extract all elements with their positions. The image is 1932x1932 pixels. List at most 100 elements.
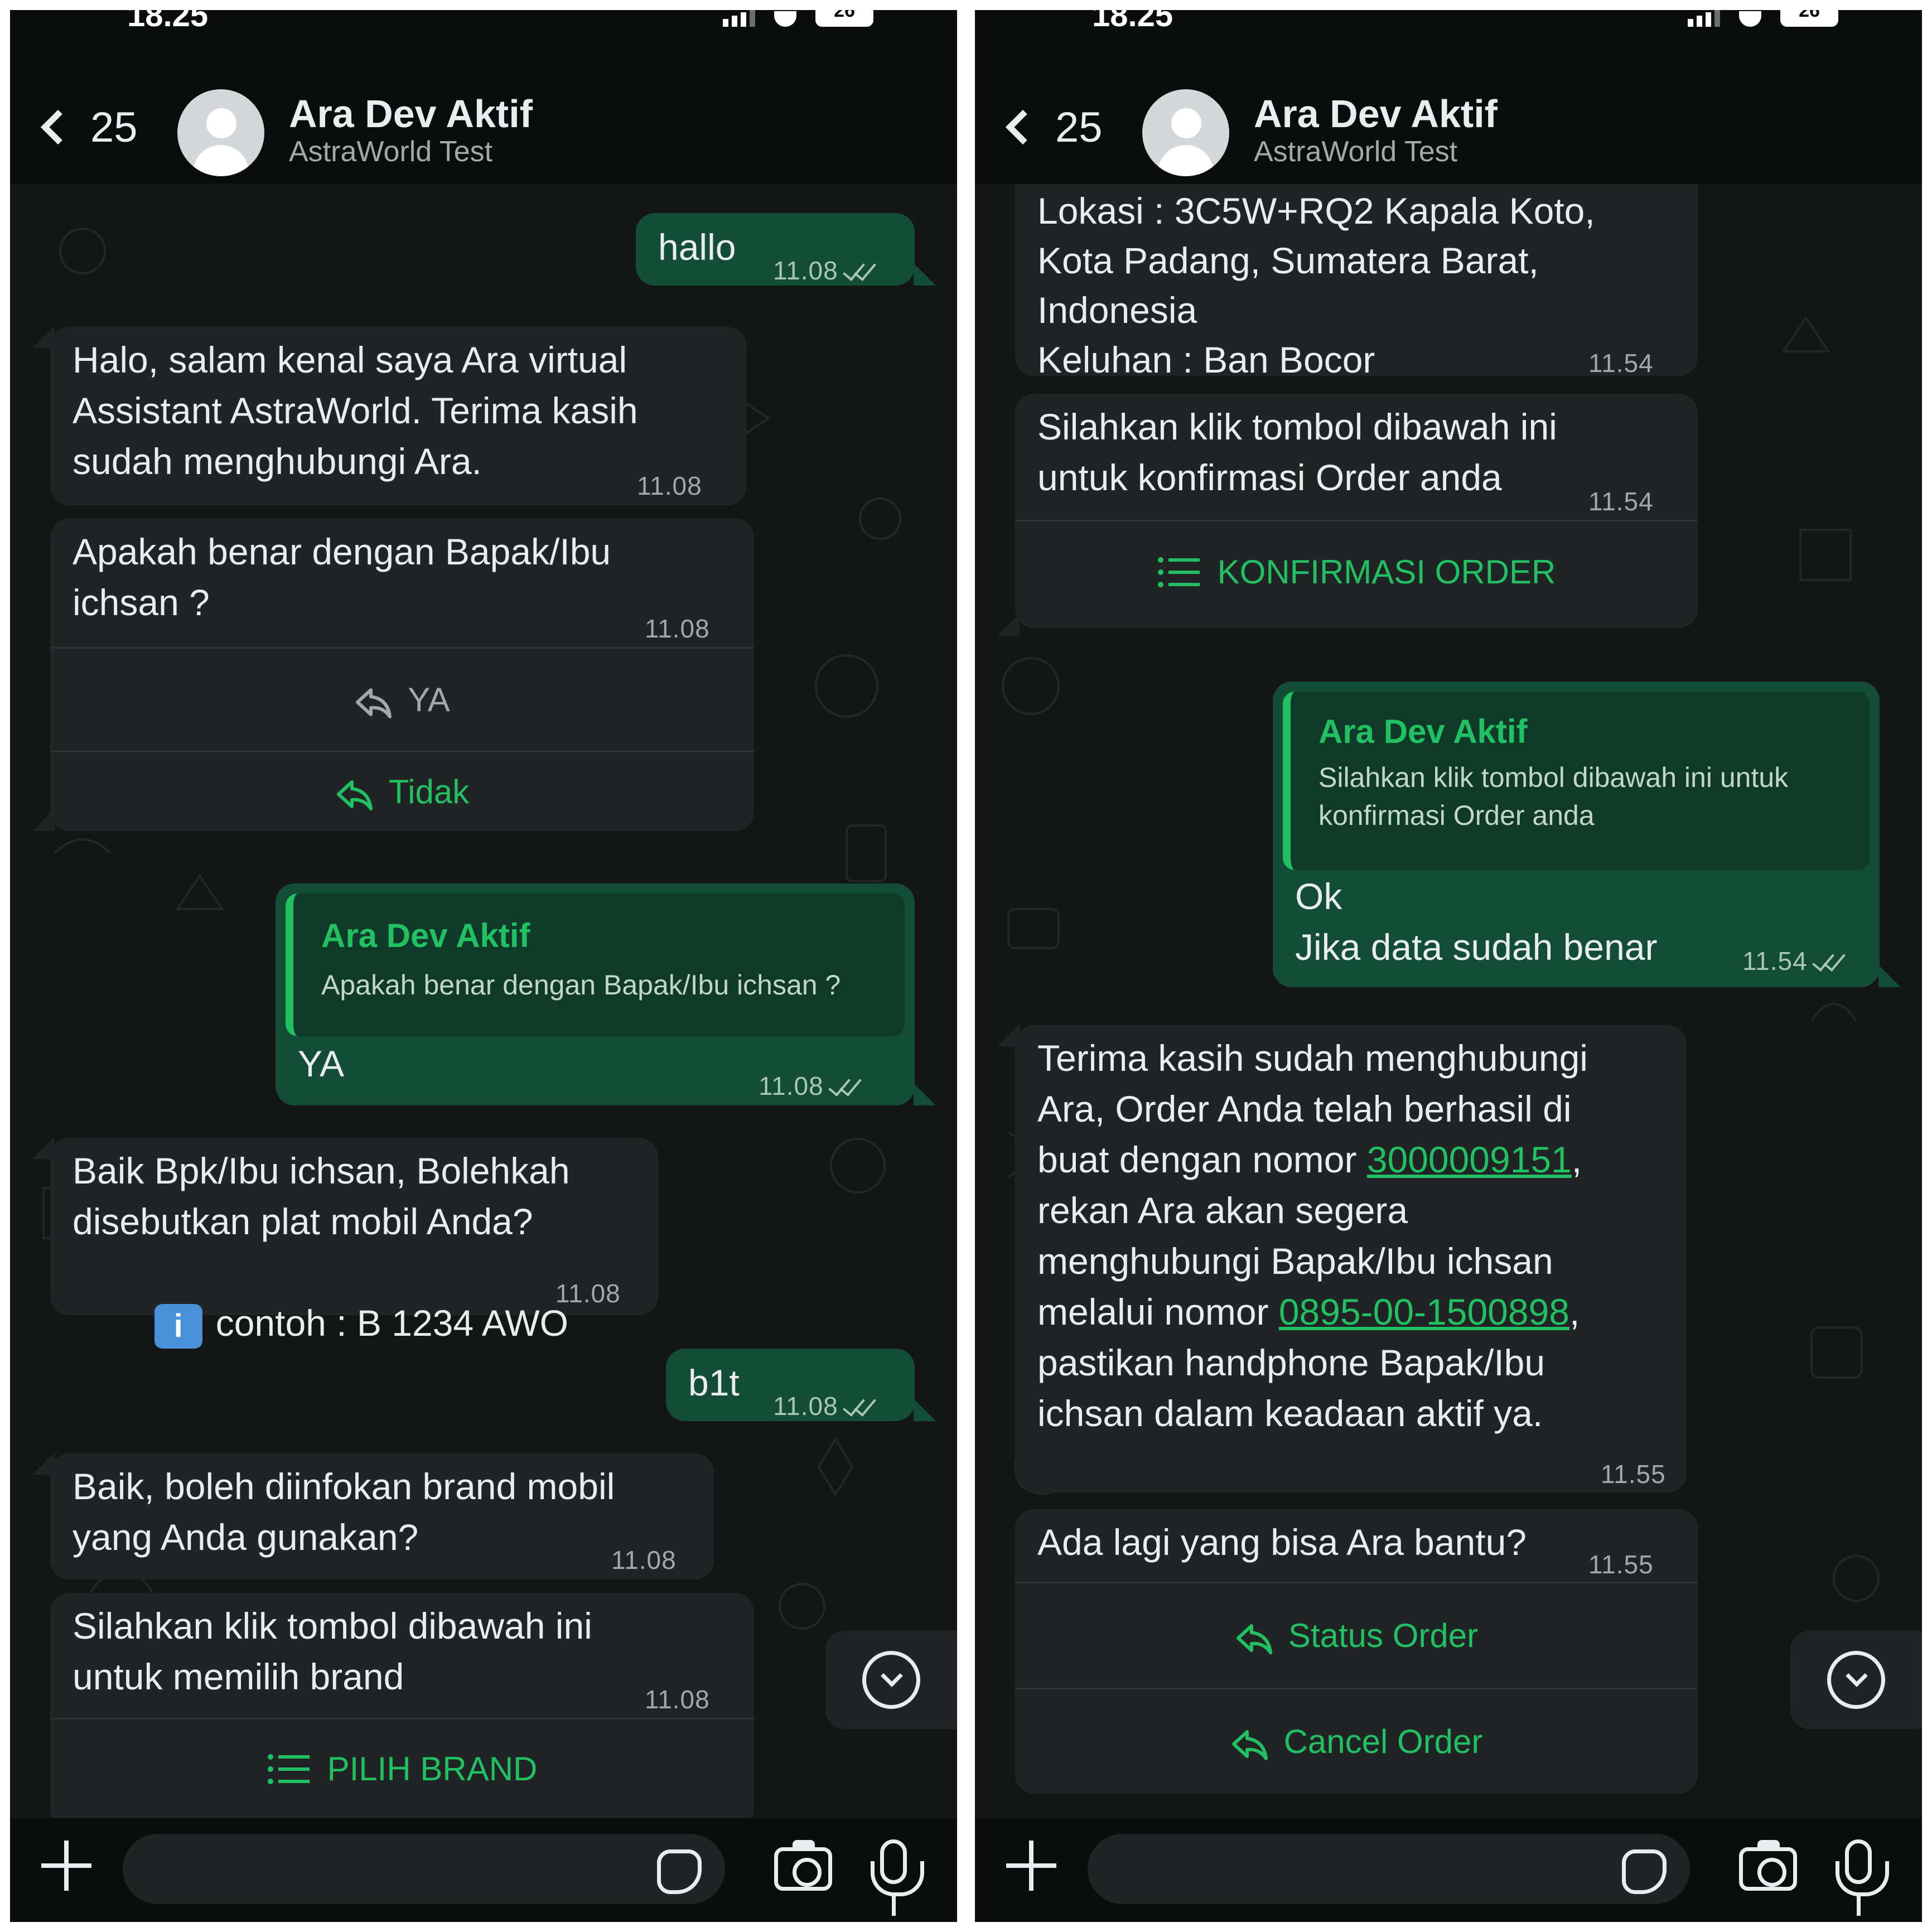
avatar[interactable] [1142, 89, 1229, 176]
double-check-icon [829, 1080, 862, 1097]
bubble-tail [1878, 965, 1901, 987]
quick-reply-button-tidak[interactable]: Tidak [50, 751, 754, 831]
battery-icon: 26 [1780, 10, 1838, 27]
message-time: 11.08 [759, 1061, 862, 1112]
example-line: i contoh : B 1234 AWO [73, 1247, 568, 1399]
status-bar: 18.25 26 [10, 10, 957, 33]
message-text: hallo [658, 226, 736, 268]
contact-name[interactable]: Ara Dev Aktif [289, 91, 533, 136]
chat-area[interactable]: hallo 11.08 Halo, salam kenal saya Ara v… [10, 184, 957, 1818]
message-incoming-with-list[interactable]: Silahkan klik tombol dibawah ini untuk k… [1015, 394, 1698, 628]
message-incoming[interactable]: Terima kasih sudah menghubungi Ara, Orde… [1015, 1025, 1687, 1493]
message-outgoing-reply[interactable]: Ara Dev Aktif Apakah benar dengan Bapak/… [276, 883, 915, 1105]
message-line: pastikan handphone Bapak/Ibu [1037, 1342, 1545, 1383]
message-time: 11.08 [556, 1279, 621, 1308]
quick-reply-button-cancel-order[interactable]: Cancel Order [1015, 1688, 1698, 1794]
list-icon [267, 1754, 310, 1784]
button-label: Tidak [388, 773, 470, 810]
avatar[interactable] [177, 89, 264, 176]
button-label: PILIH BRAND [327, 1750, 538, 1788]
wifi-icon [1739, 11, 1761, 27]
status-icons: 26 [1688, 10, 1838, 27]
message-text: Baik Bpk/Ibu ichsan, Bolehkah disebutkan… [73, 1150, 570, 1242]
message-text: Silahkan klik tombol dibawah ini untuk k… [1037, 406, 1557, 498]
bubble-tail [914, 1083, 936, 1105]
message-time: 11.08 [637, 471, 702, 500]
contact-subtitle: AstraWorld Test [1254, 136, 1458, 168]
back-button[interactable]: 25 [30, 99, 158, 155]
quick-reply-button-ya[interactable]: YA [50, 647, 754, 751]
plus-icon[interactable] [1006, 1841, 1056, 1891]
chat-area[interactable]: Lokasi : 3C5W+RQ2 Kapala Koto, Kota Pada… [975, 184, 1922, 1818]
status-time: 18.25 [1092, 10, 1173, 33]
message-incoming-with-buttons[interactable]: Apakah benar dengan Bapak/Ibu ichsan ? 1… [50, 519, 754, 831]
message-time: 11.54 [1588, 349, 1654, 378]
bubble-tail [914, 1399, 936, 1421]
contact-subtitle: AstraWorld Test [289, 136, 493, 168]
plus-icon[interactable] [41, 1841, 91, 1891]
message-incoming[interactable]: Halo, salam kenal saya Ara virtual Assis… [50, 327, 746, 505]
chat-screen-left: 18.25 26 25 Ara Dev Aktif AstraWorld Tes… [10, 10, 957, 1922]
quoted-message[interactable]: Ara Dev Aktif Silahkan klik tombol dibaw… [1283, 692, 1870, 870]
wifi-icon [774, 11, 796, 27]
message-outgoing[interactable]: hallo 11.08 [636, 213, 915, 286]
status-icons: 26 [723, 10, 873, 27]
back-chevron-icon [40, 109, 76, 145]
camera-icon[interactable] [1739, 1840, 1797, 1891]
chat-screen-right: 18.25 26 25 Ara Dev Aktif AstraWorld Tes… [975, 10, 1922, 1922]
input-bar [975, 1818, 1922, 1922]
bubble-tail [914, 263, 936, 286]
input-bar [10, 1818, 957, 1922]
list-icon [1157, 557, 1200, 587]
reply-icon [354, 683, 393, 718]
message-input[interactable] [123, 1834, 725, 1904]
message-text: YA [298, 1043, 345, 1084]
scroll-down-button[interactable] [825, 1631, 957, 1729]
mic-icon[interactable] [871, 1839, 924, 1916]
message-incoming[interactable]: Baik Bpk/Ibu ichsan, Bolehkah disebutkan… [50, 1138, 658, 1349]
message-outgoing-reply[interactable]: Ara Dev Aktif Silahkan klik tombol dibaw… [1273, 682, 1880, 987]
message-input[interactable] [1088, 1834, 1690, 1904]
message-line: rekan Ara akan segera [1037, 1190, 1408, 1231]
scroll-down-button[interactable] [1790, 1631, 1922, 1729]
button-label: Status Order [1288, 1617, 1479, 1654]
chat-header: 25 Ara Dev Aktif AstraWorld Test [10, 66, 957, 186]
status-time: 18.25 [127, 10, 209, 33]
message-time: 11.08 [611, 1545, 677, 1574]
quoted-message[interactable]: Ara Dev Aktif Apakah benar dengan Bapak/… [286, 893, 905, 1036]
button-label: YA [408, 681, 450, 718]
message-text: Halo, salam kenal saya Ara virtual Assis… [73, 339, 638, 482]
message-text: b1t [688, 1362, 740, 1403]
quick-reply-button-status-order[interactable]: Status Order [1015, 1582, 1698, 1688]
back-button[interactable]: 25 [995, 99, 1123, 155]
phone-number-link[interactable]: 0895-00-1500898 [1279, 1291, 1569, 1332]
battery-icon: 26 [815, 10, 873, 27]
message-text: Apakah benar dengan Bapak/Ibu ichsan ? [73, 531, 611, 623]
message-line: Terima kasih sudah menghubungi [1037, 1037, 1588, 1079]
camera-icon[interactable] [774, 1840, 832, 1891]
message-incoming-with-buttons[interactable]: Ada lagi yang bisa Ara bantu? 11.55 Stat… [1015, 1509, 1698, 1794]
list-button-konfirmasi-order[interactable]: KONFIRMASI ORDER [1015, 520, 1698, 622]
chat-header: 25 Ara Dev Aktif AstraWorld Test [975, 66, 1922, 186]
double-check-icon [844, 1400, 876, 1417]
message-incoming[interactable]: Lokasi : 3C5W+RQ2 Kapala Koto, Kota Pada… [1015, 184, 1698, 380]
quoted-sender: Ara Dev Aktif [321, 917, 530, 954]
message-time: 11.55 [1601, 1460, 1666, 1489]
status-bar: 18.25 26 [975, 10, 1922, 33]
mic-icon[interactable] [1836, 1839, 1889, 1916]
message-text: Lokasi : 3C5W+RQ2 Kapala Koto, Kota Pada… [1037, 190, 1595, 380]
contact-name[interactable]: Ara Dev Aktif [1254, 91, 1498, 136]
message-incoming[interactable]: Baik, boleh diinfokan brand mobil yang A… [50, 1453, 714, 1580]
info-icon: i [154, 1303, 202, 1349]
message-time: 11.08 [773, 1381, 876, 1432]
quoted-text: Apakah benar dengan Bapak/Ibu ichsan ? [321, 969, 841, 1001]
unread-count: 25 [90, 103, 138, 151]
unread-count: 25 [1055, 103, 1103, 151]
message-incoming-with-list[interactable]: Silahkan klik tombol dibawah ini untuk m… [50, 1593, 754, 1818]
message-text: Ok Jika data sudah benar [1295, 876, 1658, 968]
message-outgoing[interactable]: b1t 11.08 [666, 1349, 915, 1421]
list-button-pilih-brand[interactable]: PILIH BRAND [50, 1718, 754, 1818]
order-number-link[interactable]: 3000009151 [1367, 1139, 1572, 1180]
double-check-icon [844, 264, 876, 281]
message-text: Ada lagi yang bisa Ara bantu? [1037, 1522, 1527, 1563]
